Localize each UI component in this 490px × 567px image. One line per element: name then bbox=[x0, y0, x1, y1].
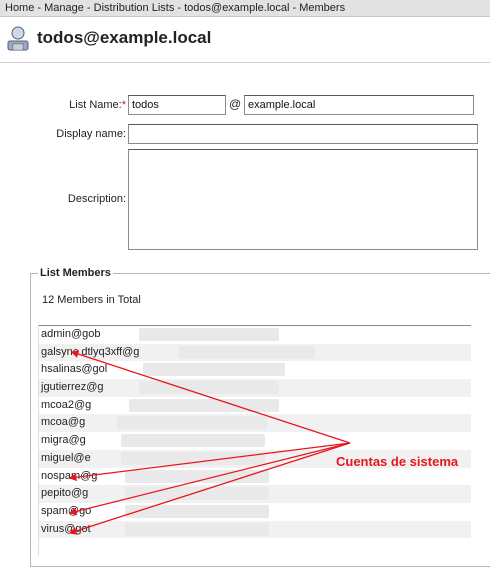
member-email: admin@gob bbox=[41, 328, 101, 340]
redaction bbox=[125, 469, 269, 483]
list-members-legend: List Members bbox=[40, 267, 111, 279]
list-item[interactable]: admin@gob bbox=[39, 326, 471, 344]
list-item[interactable]: spam@go bbox=[39, 503, 471, 521]
display-name-input[interactable] bbox=[128, 124, 478, 144]
redaction bbox=[179, 345, 315, 359]
members-count: 12 Members in Total bbox=[42, 294, 141, 306]
redaction bbox=[125, 487, 269, 501]
member-email: miguel@e bbox=[41, 451, 91, 464]
description-textarea[interactable] bbox=[128, 149, 478, 250]
redaction bbox=[139, 381, 279, 395]
page-title: todos@example.local bbox=[37, 28, 212, 47]
member-email: mcoa@g bbox=[41, 416, 86, 429]
redaction bbox=[125, 522, 269, 536]
domain-input[interactable] bbox=[244, 95, 474, 115]
distribution-list-icon bbox=[5, 25, 31, 53]
redaction bbox=[121, 451, 265, 465]
member-email: jgutierrez@g bbox=[41, 381, 104, 394]
list-item[interactable]: migra@g bbox=[39, 432, 471, 450]
list-item[interactable]: galsync.dtlyq3xff@g bbox=[39, 343, 471, 362]
member-email: galsync.dtlyq3xff@g bbox=[41, 345, 140, 358]
annotation-label: Cuentas de sistema bbox=[336, 454, 459, 469]
list-item[interactable]: mcoa@g bbox=[39, 414, 471, 433]
redaction bbox=[117, 416, 267, 430]
list-item[interactable]: jgutierrez@g bbox=[39, 379, 471, 397]
list-item[interactable]: hsalinas@gol bbox=[39, 361, 471, 379]
list-item[interactable]: pepito@g bbox=[39, 485, 471, 503]
list-item[interactable]: mcoa2@g bbox=[39, 397, 471, 415]
member-email: hsalinas@gol bbox=[41, 363, 108, 376]
list-item[interactable]: nospam@g bbox=[39, 468, 471, 486]
redaction bbox=[129, 398, 279, 412]
redaction bbox=[121, 434, 265, 448]
member-email: migra@g bbox=[41, 434, 86, 447]
redaction bbox=[125, 504, 269, 518]
required-mark: * bbox=[121, 99, 126, 111]
list-name-label: List Name:* bbox=[69, 99, 126, 111]
list-name-input[interactable] bbox=[128, 95, 226, 115]
display-name-label: Display name: bbox=[56, 128, 126, 140]
title-divider bbox=[0, 62, 490, 63]
member-email: nospam@g bbox=[41, 469, 98, 482]
description-label: Description: bbox=[67, 193, 126, 205]
at-sign: @ bbox=[229, 97, 242, 111]
redaction bbox=[143, 363, 285, 377]
member-email: virus@got bbox=[41, 522, 91, 535]
members-list[interactable]: admin@gob galsync.dtlyq3xff@g hsalinas@g… bbox=[38, 325, 471, 556]
member-email: mcoa2@g bbox=[41, 398, 92, 411]
member-email: spam@go bbox=[41, 504, 92, 517]
list-item[interactable]: virus@got bbox=[39, 520, 471, 539]
redaction bbox=[139, 328, 279, 341]
breadcrumb: Home - Manage - Distribution Lists - tod… bbox=[0, 0, 490, 17]
member-email: pepito@g bbox=[41, 487, 89, 500]
